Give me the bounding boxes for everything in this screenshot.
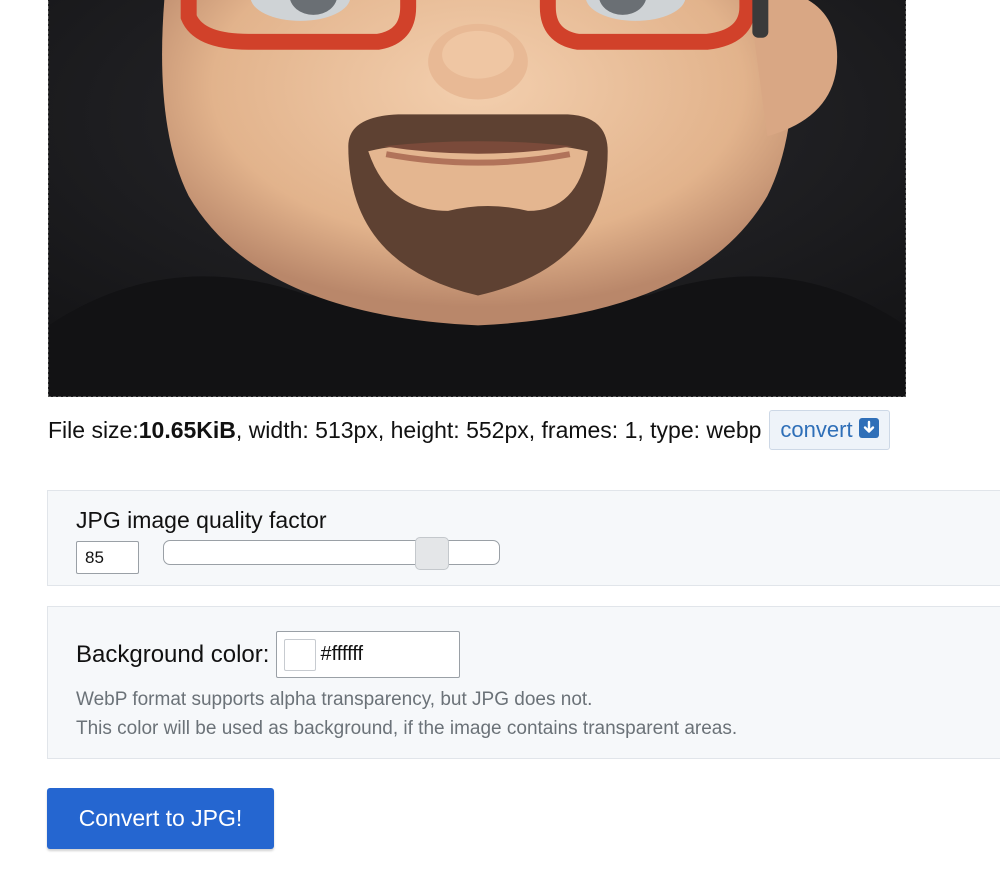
avatar-image [49,0,905,396]
quality-slider-handle[interactable] [415,537,449,570]
convert-to-jpg-button[interactable]: Convert to JPG! [47,788,274,849]
convert-link-label: convert [780,417,853,442]
quality-panel: JPG image quality factor 85 [47,490,1000,586]
download-arrow-icon [858,418,879,438]
file-size-label: File size: [48,416,139,443]
image-preview [48,0,906,397]
background-color-label: Background color: [76,640,270,668]
help-line-2: This color will be used as background, i… [76,718,738,739]
background-color-value: #ffffff [320,643,364,665]
background-panel: Background color: #ffffff WebP format su… [47,606,1000,759]
quality-input[interactable]: 85 [76,541,139,574]
background-help-text: WebP format supports alpha transparency,… [76,685,737,743]
file-size-value: 10.65KiB [138,416,236,443]
help-line-1: WebP format supports alpha transparency,… [76,689,593,710]
file-details: , width: 513px, height: 552px, frames: 1… [235,416,762,443]
background-color-field[interactable]: #ffffff [276,631,461,678]
quality-slider[interactable] [163,537,500,570]
convert-link[interactable]: convert [769,410,890,450]
quality-label: JPG image quality factor [76,507,327,533]
color-swatch[interactable] [284,638,317,671]
file-info: File size: 10.65KiB , width: 513px, heig… [48,410,890,450]
